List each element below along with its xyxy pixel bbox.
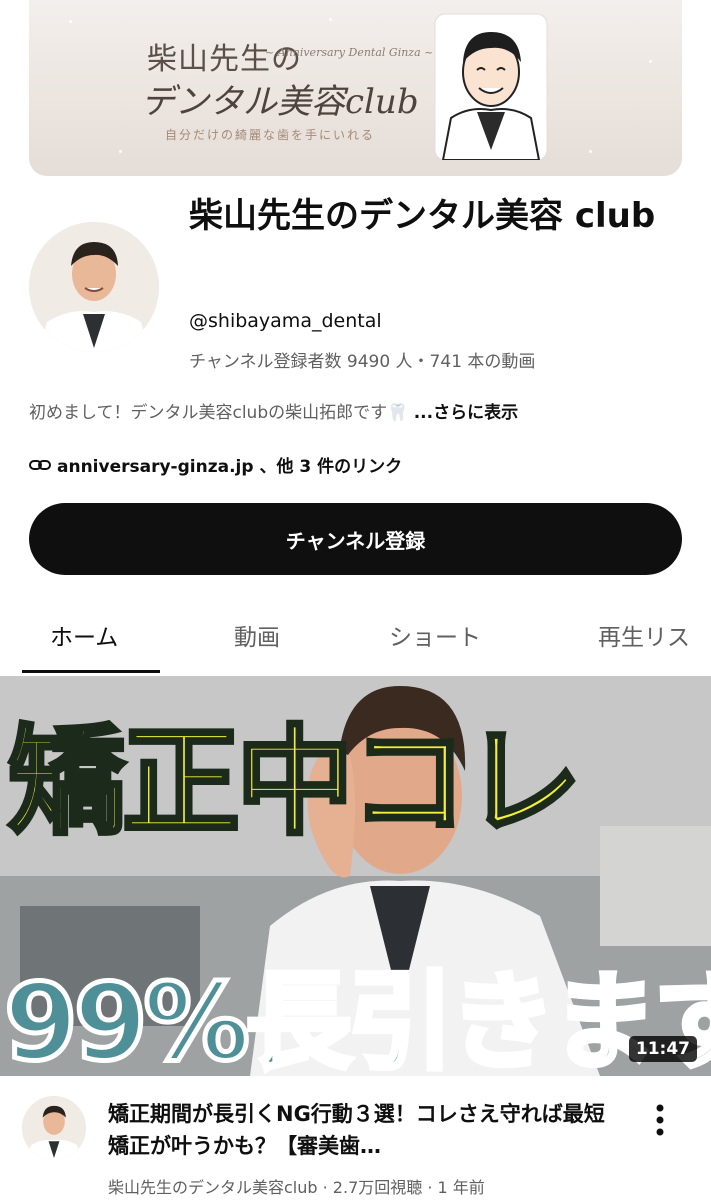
thumb-text-top: 矯正中コレ (6, 711, 584, 853)
banner-tagline: 自分だけの綺麗な歯を手にいれる (165, 128, 376, 142)
doctor-photo-small (22, 1096, 86, 1160)
description-text: 初めまして！デンタル美容clubの柴山拓郎です🦷 (29, 403, 409, 423)
banner-sparkle (649, 60, 652, 63)
channel-description[interactable]: 初めまして！デンタル美容clubの柴山拓郎です🦷 ...さらに表示 (29, 398, 518, 423)
banner-subtitle: ~ Anniversary Dental Ginza ~ (265, 46, 434, 59)
links-text: anniversary-ginza.jp 、他 3 件のリンク (57, 457, 403, 477)
subscribe-button[interactable]: チャンネル登録 (29, 503, 682, 575)
doctor-illustration (434, 13, 548, 160)
more-vert-icon[interactable] (648, 1100, 672, 1140)
link-icon (29, 459, 51, 470)
tab-playlists[interactable]: 再生リス (598, 618, 690, 652)
thumb-text-bottom: 99%長引きます (2, 959, 711, 1077)
banner-sparkle (69, 20, 72, 23)
tab-shorts[interactable]: ショート (389, 618, 481, 652)
channel-stats: チャンネル登録者数 9490 人・741 本の動画 (189, 352, 536, 372)
video-channel-avatar[interactable] (22, 1096, 86, 1160)
active-tab-indicator (22, 670, 160, 673)
tab-home[interactable]: ホーム (50, 618, 118, 652)
video-meta: 柴山先生のデンタル美容club · 2.7万回視聴 · 1 年前 (108, 1178, 485, 1197)
video-title[interactable]: 矯正期間が長引くNG行動３選！コレさえ守れば最短矯正が叶うかも？【審美歯… (108, 1098, 618, 1162)
banner-sparkle (329, 18, 332, 21)
channel-name: 柴山先生のデンタル美容 club (189, 196, 656, 236)
channel-links[interactable]: anniversary-ginza.jp 、他 3 件のリンク (29, 452, 402, 477)
channel-avatar[interactable] (29, 222, 159, 352)
video-duration: 11:47 (628, 1036, 697, 1062)
tab-videos[interactable]: 動画 (234, 618, 280, 652)
banner-sparkle (589, 150, 592, 153)
banner-sparkle (119, 150, 122, 153)
channel-tabs: ホーム 動画 ショート 再生リス (0, 600, 711, 672)
video-thumbnail[interactable]: 矯正中コレ 99%長引きます 11:47 (0, 676, 711, 1076)
doctor-photo (29, 222, 159, 352)
channel-banner: 柴山先生の ~ Anniversary Dental Ginza ~ デンタル美… (29, 0, 682, 176)
show-more-link[interactable]: ...さらに表示 (414, 403, 518, 423)
channel-handle: @shibayama_dental (189, 310, 382, 332)
banner-title-line2: デンタル美容club (141, 82, 419, 122)
